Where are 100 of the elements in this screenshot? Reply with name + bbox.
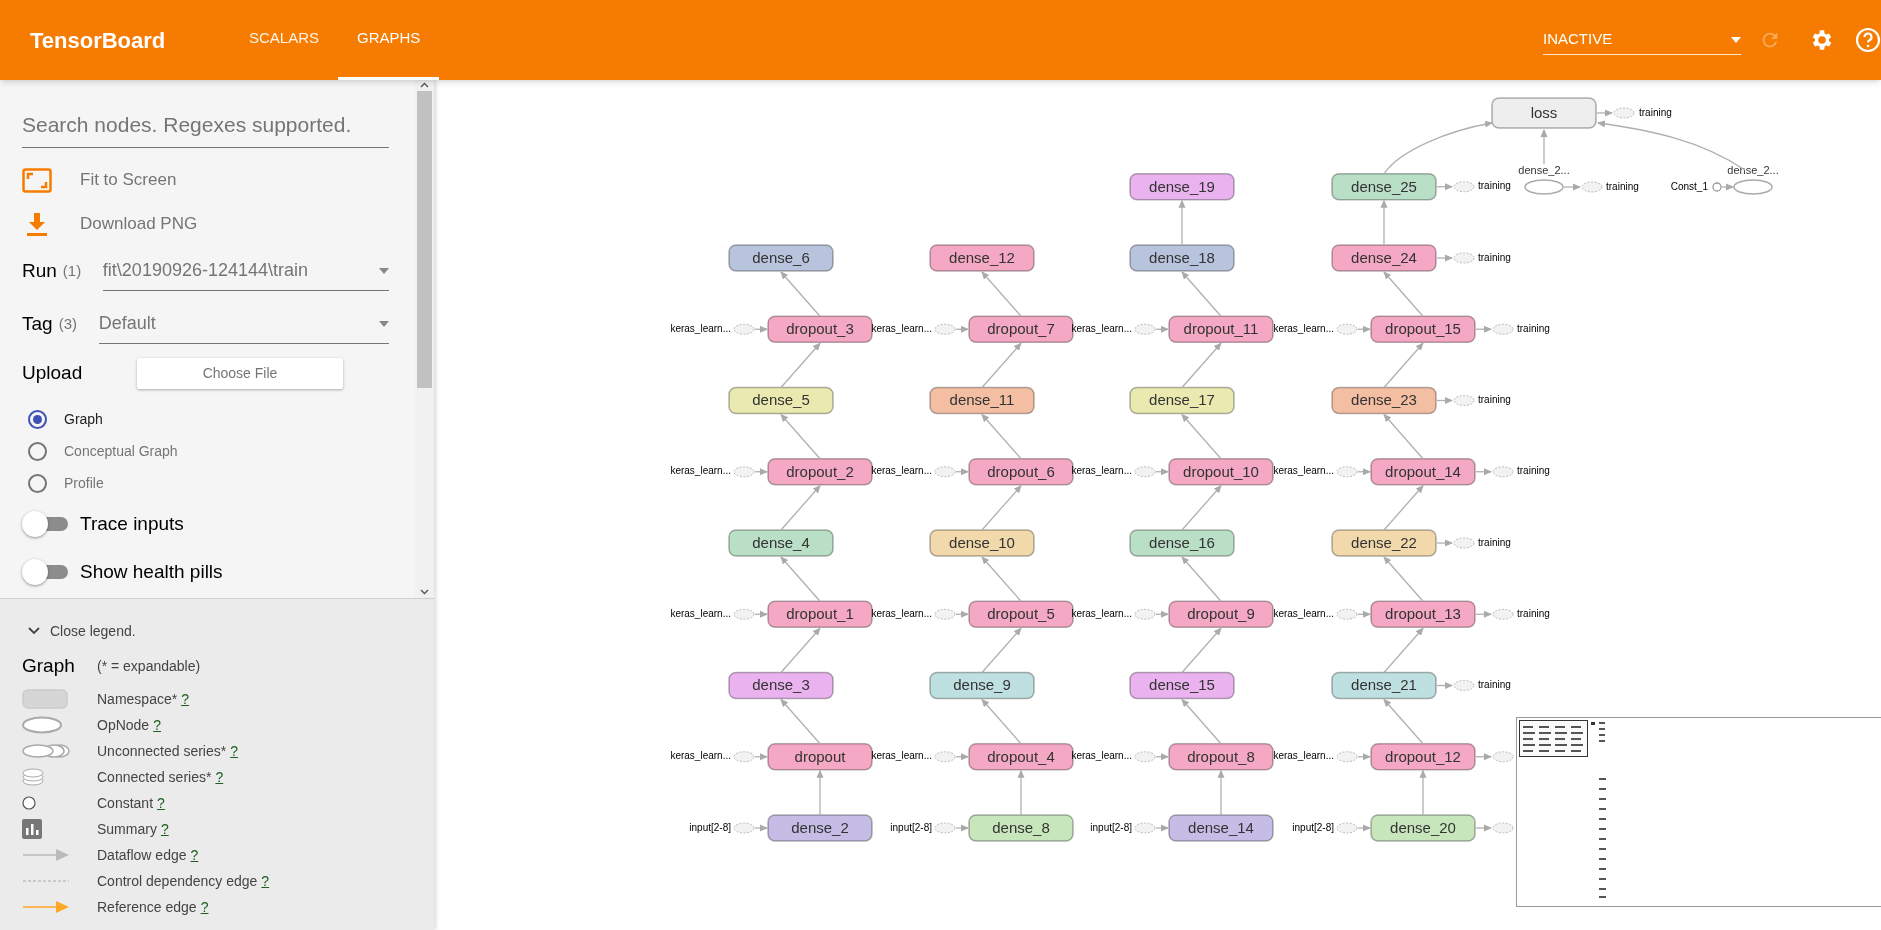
scroll-down-icon[interactable] (420, 589, 429, 595)
collapsed-node[interactable] (1134, 751, 1156, 763)
collapsed-node[interactable] (1453, 395, 1475, 406)
collapsed-node[interactable] (1336, 323, 1358, 335)
search-field[interactable]: Search nodes. Regexes supported. (22, 103, 389, 148)
graph-node[interactable]: dense_9 (929, 671, 1035, 700)
graph-node[interactable]: dense_6 (728, 244, 834, 272)
help-link[interactable]: ? (215, 766, 224, 788)
toggle-switch[interactable] (22, 511, 68, 537)
graph-node[interactable]: dropout_15 (1370, 315, 1476, 343)
graph-node[interactable]: dense_19 (1129, 173, 1235, 201)
collapsed-node[interactable] (733, 751, 755, 763)
collapsed-node[interactable] (1492, 466, 1514, 478)
collapsed-node[interactable] (733, 608, 755, 620)
graph-node[interactable]: dense_22 (1331, 529, 1437, 557)
graph-node[interactable]: dense_23 (1331, 386, 1437, 415)
collapsed-node[interactable] (1453, 181, 1475, 193)
graph-node[interactable]: dense_18 (1129, 244, 1235, 272)
minimap[interactable] (1516, 717, 1881, 907)
help-link[interactable]: ? (160, 818, 169, 840)
graph-node[interactable]: dense_17 (1129, 386, 1235, 415)
toggle-label: Show health pills (80, 559, 223, 584)
graph-node[interactable]: dropout_11 (1168, 315, 1274, 343)
radio-button[interactable] (28, 441, 47, 461)
collapsed-node[interactable] (1336, 466, 1358, 478)
collapsed-node[interactable] (1336, 751, 1358, 763)
action-link[interactable]: Fit to Screen (80, 167, 177, 193)
graph-node[interactable]: dense_3 (728, 671, 834, 700)
choose-file-button[interactable]: Choose File (137, 357, 343, 389)
collapsed-node[interactable] (733, 323, 755, 335)
graph-node[interactable]: dense_11 (929, 386, 1035, 415)
graph-node[interactable]: dense_5 (728, 386, 834, 415)
op-node[interactable] (1733, 179, 1773, 195)
collapsed-node[interactable] (1336, 608, 1358, 620)
collapsed-node[interactable] (934, 466, 956, 478)
collapsed-node[interactable] (1453, 537, 1475, 549)
graph-node[interactable]: dense_8 (968, 814, 1074, 842)
collapsed-node[interactable] (1581, 181, 1603, 193)
collapsed-node[interactable] (733, 466, 755, 478)
graph-node[interactable]: dropout_9 (1168, 600, 1274, 628)
collapsed-node[interactable] (733, 822, 755, 834)
graph-node[interactable]: dense_24 (1331, 244, 1437, 272)
collapsed-node[interactable] (934, 608, 956, 620)
dataflow-edge (1475, 325, 1492, 333)
graph-node[interactable]: dropout_12 (1370, 743, 1476, 771)
collapsed-node[interactable] (1336, 822, 1358, 834)
help-icon[interactable] (1855, 27, 1881, 53)
dataflow-edge (1155, 610, 1169, 618)
collapsed-node[interactable] (934, 323, 956, 335)
help-link[interactable]: ? (261, 870, 270, 892)
op-node[interactable] (1524, 179, 1564, 195)
run-select[interactable]: fit\20190926-124144\train (102, 251, 389, 291)
graph-node[interactable]: dense_4 (728, 529, 834, 557)
action-link[interactable]: Download PNG (80, 211, 198, 237)
graph-node[interactable]: dense_25 (1331, 173, 1437, 201)
graph-node[interactable]: dropout_3 (767, 315, 873, 343)
graph-node[interactable]: loss (1491, 97, 1597, 129)
help-link[interactable]: ? (200, 896, 209, 918)
collapsed-node[interactable] (934, 822, 956, 834)
graph-node[interactable]: dense_21 (1331, 671, 1437, 700)
graph-node[interactable]: dense_10 (929, 529, 1035, 557)
graph-node[interactable]: dense_15 (1129, 671, 1235, 700)
collapsed-node[interactable] (1134, 323, 1156, 335)
collapsed-node[interactable] (1613, 107, 1635, 119)
collapsed-node[interactable] (1134, 608, 1156, 620)
help-link[interactable]: ? (181, 688, 189, 710)
graph-node[interactable]: dropout_14 (1370, 458, 1476, 486)
collapsed-node[interactable] (1134, 822, 1156, 834)
toggle-switch[interactable] (22, 559, 68, 585)
scroll-up-icon[interactable] (420, 82, 429, 88)
graph-node[interactable]: dense_14 (1168, 814, 1274, 842)
help-link[interactable]: ? (157, 792, 165, 814)
graph-node[interactable]: dense_12 (929, 244, 1035, 272)
output-stub[interactable] (1475, 751, 1514, 763)
collapsed-node[interactable] (1134, 466, 1156, 478)
graph-node[interactable]: dense_20 (1370, 814, 1476, 842)
scrollbar[interactable] (415, 80, 434, 598)
legend-toggle[interactable]: Close legend. (28, 619, 434, 643)
tag-select[interactable]: Default (98, 304, 389, 344)
collapsed-node[interactable] (934, 751, 956, 763)
graph-node[interactable]: dropout_8 (1168, 743, 1274, 771)
graph-node[interactable]: dense_16 (1129, 529, 1235, 557)
radio-button[interactable] (28, 473, 47, 493)
collapsed-node[interactable] (1492, 323, 1514, 335)
help-link[interactable]: ? (190, 844, 199, 866)
collapsed-node[interactable] (1453, 680, 1475, 691)
output-stub[interactable] (1475, 822, 1514, 834)
graph-node[interactable]: dropout_13 (1370, 600, 1476, 628)
graph-node[interactable]: dropout (767, 743, 873, 771)
graph-node[interactable]: dense_2 (767, 814, 873, 842)
dataflow-edge (754, 325, 768, 333)
graph-node[interactable]: dropout_10 (1168, 458, 1274, 486)
collapsed-node[interactable] (1453, 252, 1475, 264)
radio-button[interactable] (28, 409, 47, 429)
constant-node[interactable] (1712, 182, 1722, 192)
help-link[interactable]: ? (153, 714, 161, 736)
help-link[interactable]: ? (230, 740, 238, 762)
graph-node[interactable]: dropout_1 (767, 600, 873, 628)
graph-node[interactable]: dropout_2 (767, 458, 873, 486)
collapsed-node[interactable] (1492, 608, 1514, 620)
